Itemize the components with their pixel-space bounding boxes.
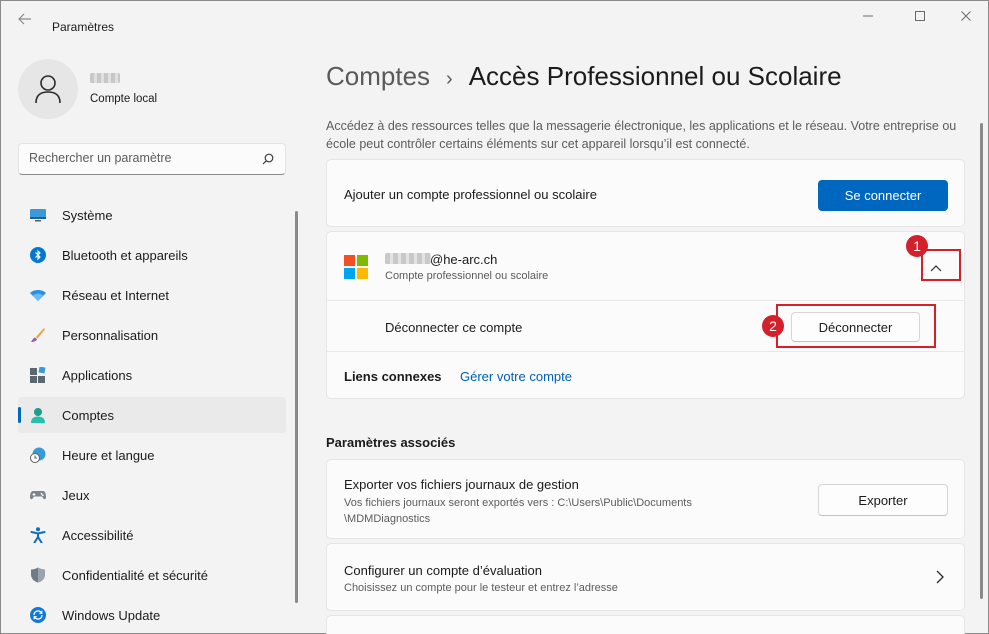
main-scrollbar[interactable] [980, 123, 983, 599]
sidebar-item-label: Bluetooth et appareils [62, 247, 188, 263]
title-bar: Paramètres [1, 1, 988, 35]
account-type: Compte professionnel ou scolaire [385, 270, 549, 282]
add-account-card: Ajouter un compte professionnel ou scola… [326, 159, 965, 227]
apps-icon [30, 367, 46, 383]
breadcrumb: Comptes › Accès Professionnel ou Scolair… [326, 61, 842, 92]
related-links-label: Liens connexes [344, 369, 442, 384]
disconnect-account-label: Déconnecter ce compte [385, 320, 523, 335]
annotation-badge-2: 2 [762, 315, 784, 337]
account-email: @he-arc.ch [430, 252, 498, 267]
divider [327, 300, 964, 301]
evaluation-account-description: Choisissez un compte pour le testeur et … [344, 582, 618, 594]
monitor-icon [30, 209, 46, 222]
annotation-box-1 [921, 249, 961, 281]
sidebar-scrollbar[interactable] [295, 211, 298, 603]
user-name-redacted [90, 73, 120, 83]
brush-icon [31, 328, 45, 342]
sidebar-item-label: Jeux [62, 487, 90, 503]
sidebar-nav: Système Bluetooth et appareils Réseau et… [18, 197, 286, 634]
sidebar-item-windows-update[interactable]: Windows Update [18, 597, 286, 633]
wifi-icon [30, 290, 46, 301]
page-title: Accès Professionnel ou Scolaire [468, 61, 842, 91]
microsoft-logo-icon [344, 255, 368, 279]
manage-account-link[interactable]: Gérer votre compte [460, 369, 572, 384]
export-logs-desc-line2: \MDMDiagnostics [344, 513, 431, 525]
update-icon [30, 607, 46, 623]
export-logs-desc-line1: Vos fichiers journaux seront exportés ve… [344, 497, 692, 509]
maximize-icon [915, 11, 925, 21]
sign-in-button[interactable]: Se connecter [818, 180, 948, 211]
annotation-box-2 [776, 304, 936, 348]
evaluation-account-title: Configurer un compte d’évaluation [344, 563, 543, 578]
sidebar-item-comptes[interactable]: Comptes [18, 397, 286, 433]
avatar[interactable] [18, 59, 78, 119]
sidebar-item-label: Windows Update [62, 607, 161, 623]
sidebar-item-label: Applications [62, 367, 133, 383]
sidebar-item-heure-langue[interactable]: Heure et langue [18, 437, 286, 473]
breadcrumb-separator: › [446, 68, 453, 90]
sidebar-item-applications[interactable]: Applications [18, 357, 286, 393]
breadcrumb-parent[interactable]: Comptes [326, 61, 430, 92]
sidebar-item-confidentialite[interactable]: Confidentialité et sécurité [18, 557, 286, 593]
sidebar-item-accessibilite[interactable]: Accessibilité [18, 517, 286, 553]
back-button[interactable] [13, 12, 37, 30]
clock-globe-icon [30, 447, 46, 463]
sidebar-item-reseau[interactable]: Réseau et Internet [18, 277, 286, 313]
app-title: Paramètres [52, 20, 115, 34]
page-description: Accédez à des ressources telles que la m… [326, 119, 957, 151]
close-button[interactable] [956, 10, 976, 26]
person-icon [35, 75, 61, 104]
export-logs-card: Exporter vos fichiers journaux de gestio… [326, 459, 965, 539]
sidebar-item-label: Confidentialité et sécurité [62, 567, 208, 583]
search-box[interactable] [18, 143, 286, 175]
add-account-label: Ajouter un compte professionnel ou scola… [344, 187, 597, 202]
sidebar-item-jeux[interactable]: Jeux [18, 477, 286, 513]
sidebar-item-label: Accessibilité [62, 527, 134, 543]
email-user-redacted [385, 253, 431, 264]
export-logs-title: Exporter vos fichiers journaux de gestio… [344, 477, 579, 492]
sidebar-item-label: Système [62, 207, 113, 223]
sidebar-item-personnalisation[interactable]: Personnalisation [18, 317, 286, 353]
evaluation-account-card[interactable]: Configurer un compte d’évaluation Choisi… [326, 543, 965, 611]
minimize-icon [863, 15, 873, 17]
section-title: Paramètres associés [326, 435, 456, 450]
search-input[interactable] [29, 151, 249, 165]
annotation-badge-1: 1 [906, 235, 928, 257]
minimize-button[interactable] [858, 10, 878, 26]
sidebar-item-label: Comptes [62, 407, 115, 423]
sidebar-item-label: Réseau et Internet [62, 287, 169, 303]
divider [327, 351, 964, 352]
user-account-type: Compte local [90, 93, 158, 105]
sidebar-item-bluetooth[interactable]: Bluetooth et appareils [18, 237, 286, 273]
chevron-right-icon [936, 570, 944, 584]
export-button[interactable]: Exporter [818, 484, 948, 516]
search-icon[interactable] [261, 152, 275, 166]
arrow-left-icon [18, 13, 31, 25]
gamepad-icon [30, 491, 46, 500]
export-logs-description: Vos fichiers journaux seront exportés ve… [344, 495, 784, 527]
maximize-button[interactable] [910, 10, 930, 26]
sidebar-item-label: Heure et langue [62, 447, 155, 463]
sidebar-item-label: Personnalisation [62, 327, 159, 343]
person-icon [31, 408, 45, 423]
shield-icon [31, 567, 45, 583]
bluetooth-icon [30, 247, 46, 263]
close-icon [961, 11, 971, 21]
accessibility-icon [30, 527, 46, 543]
sidebar-item-systeme[interactable]: Système [18, 197, 286, 233]
partial-card [326, 615, 965, 634]
